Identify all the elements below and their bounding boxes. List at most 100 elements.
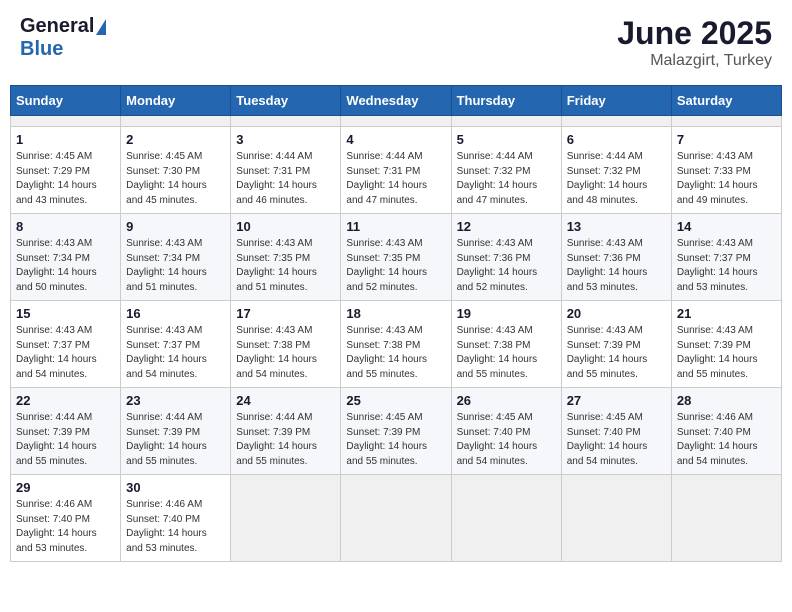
day-number: 1 [16,132,115,147]
logo-blue-text: Blue [20,38,63,61]
calendar-cell [561,116,671,127]
day-number: 20 [567,306,666,321]
calendar-cell: 14 Sunrise: 4:43 AM Sunset: 7:37 PM Dayli… [671,214,781,301]
day-info: Sunrise: 4:44 AM Sunset: 7:31 PM Dayligh… [236,150,335,208]
calendar-cell: 25Sunrise: 4:45 AM Sunset: 7:39 PM Dayli… [341,388,451,475]
calendar-header-sunday: Sunday [11,86,121,116]
calendar-cell: 5 Sunrise: 4:44 AM Sunset: 7:32 PM Daylig… [451,127,561,214]
day-info: Sunrise: 4:45 AM Sunset: 7:40 PM Dayligh… [457,411,556,469]
day-number: 16 [126,306,225,321]
logo-general-text: General [20,15,94,38]
day-number: 23 [126,393,225,408]
calendar-week-row: 8Sunrise: 4:43 AM Sunset: 7:34 PM Daylig… [11,214,782,301]
calendar-cell: 30Sunrise: 4:46 AM Sunset: 7:40 PM Dayli… [121,475,231,562]
calendar-cell: 24Sunrise: 4:44 AM Sunset: 7:39 PM Dayli… [231,388,341,475]
day-info: Sunrise: 4:46 AM Sunset: 7:40 PM Dayligh… [677,411,776,469]
day-info: Sunrise: 4:44 AM Sunset: 7:31 PM Dayligh… [346,150,445,208]
calendar-cell: 9Sunrise: 4:43 AM Sunset: 7:34 PM Daylig… [121,214,231,301]
day-info: Sunrise: 4:43 AM Sunset: 7:35 PM Dayligh… [236,237,335,295]
calendar-header-friday: Friday [561,86,671,116]
calendar-cell: 11 Sunrise: 4:43 AM Sunset: 7:35 PM Dayli… [341,214,451,301]
calendar-cell: 18Sunrise: 4:43 AM Sunset: 7:38 PM Dayli… [341,301,451,388]
title-location: Malazgirt, Turkey [617,52,772,70]
day-number: 18 [346,306,445,321]
day-number: 12 [457,219,556,234]
day-info: Sunrise: 4:44 AM Sunset: 7:39 PM Dayligh… [126,411,225,469]
calendar-header-saturday: Saturday [671,86,781,116]
calendar-header-monday: Monday [121,86,231,116]
calendar-cell: 23 Sunrise: 4:44 AM Sunset: 7:39 PM Dayli… [121,388,231,475]
day-info: Sunrise: 4:43 AM Sunset: 7:37 PM Dayligh… [126,324,225,382]
logo-triangle-icon [96,19,106,35]
day-info: Sunrise: 4:43 AM Sunset: 7:35 PM Dayligh… [346,237,445,295]
day-info: Sunrise: 4:43 AM Sunset: 7:36 PM Dayligh… [567,237,666,295]
day-number: 22 [16,393,115,408]
title-month: June 2025 [617,15,772,52]
calendar-cell [231,116,341,127]
calendar-cell: 29Sunrise: 4:46 AM Sunset: 7:40 PM Dayli… [11,475,121,562]
day-number: 28 [677,393,776,408]
calendar-cell: 10 Sunrise: 4:43 AM Sunset: 7:35 PM Dayli… [231,214,341,301]
day-number: 6 [567,132,666,147]
calendar-cell [11,116,121,127]
calendar-cell: 28 Sunrise: 4:46 AM Sunset: 7:40 PM Dayli… [671,388,781,475]
calendar-cell: 2 Sunrise: 4:45 AM Sunset: 7:30 PM Daylig… [121,127,231,214]
day-info: Sunrise: 4:43 AM Sunset: 7:37 PM Dayligh… [677,237,776,295]
day-number: 21 [677,306,776,321]
day-number: 30 [126,480,225,495]
calendar-cell [561,475,671,562]
day-info: Sunrise: 4:45 AM Sunset: 7:29 PM Dayligh… [16,150,115,208]
day-number: 11 [346,219,445,234]
calendar-week-row: 22 Sunrise: 4:44 AM Sunset: 7:39 PM Dayli… [11,388,782,475]
day-number: 10 [236,219,335,234]
calendar-cell: 19Sunrise: 4:43 AM Sunset: 7:38 PM Dayli… [451,301,561,388]
calendar-cell: 6 Sunrise: 4:44 AM Sunset: 7:32 PM Daylig… [561,127,671,214]
day-info: Sunrise: 4:44 AM Sunset: 7:39 PM Dayligh… [236,411,335,469]
day-info: Sunrise: 4:44 AM Sunset: 7:32 PM Dayligh… [457,150,556,208]
day-info: Sunrise: 4:43 AM Sunset: 7:39 PM Dayligh… [567,324,666,382]
day-info: Sunrise: 4:44 AM Sunset: 7:32 PM Dayligh… [567,150,666,208]
calendar-cell [671,475,781,562]
calendar-cell: 17Sunrise: 4:43 AM Sunset: 7:38 PM Dayli… [231,301,341,388]
day-number: 15 [16,306,115,321]
day-info: Sunrise: 4:43 AM Sunset: 7:36 PM Dayligh… [457,237,556,295]
calendar-table: SundayMondayTuesdayWednesdayThursdayFrid… [10,85,782,562]
calendar-cell: 1 Sunrise: 4:45 AM Sunset: 7:29 PM Daylig… [11,127,121,214]
day-number: 5 [457,132,556,147]
calendar-cell: 16 Sunrise: 4:43 AM Sunset: 7:37 PM Dayli… [121,301,231,388]
calendar-cell [121,116,231,127]
day-info: Sunrise: 4:43 AM Sunset: 7:33 PM Dayligh… [677,150,776,208]
header: General Blue June 2025 Malazgirt, Turkey [10,10,782,75]
calendar-cell: 26Sunrise: 4:45 AM Sunset: 7:40 PM Dayli… [451,388,561,475]
calendar-cell: 3 Sunrise: 4:44 AM Sunset: 7:31 PM Daylig… [231,127,341,214]
calendar-cell: 15 Sunrise: 4:43 AM Sunset: 7:37 PM Dayli… [11,301,121,388]
calendar-cell: 13 Sunrise: 4:43 AM Sunset: 7:36 PM Dayli… [561,214,671,301]
day-number: 14 [677,219,776,234]
day-info: Sunrise: 4:46 AM Sunset: 7:40 PM Dayligh… [16,498,115,556]
calendar-week-row: 29Sunrise: 4:46 AM Sunset: 7:40 PM Dayli… [11,475,782,562]
calendar-week-row [11,116,782,127]
day-info: Sunrise: 4:45 AM Sunset: 7:30 PM Dayligh… [126,150,225,208]
day-number: 7 [677,132,776,147]
calendar-header-tuesday: Tuesday [231,86,341,116]
day-number: 2 [126,132,225,147]
calendar-cell: 7 Sunrise: 4:43 AM Sunset: 7:33 PM Daylig… [671,127,781,214]
day-info: Sunrise: 4:43 AM Sunset: 7:38 PM Dayligh… [236,324,335,382]
calendar-week-row: 15 Sunrise: 4:43 AM Sunset: 7:37 PM Dayli… [11,301,782,388]
day-number: 3 [236,132,335,147]
calendar-cell [231,475,341,562]
calendar-header-wednesday: Wednesday [341,86,451,116]
day-number: 4 [346,132,445,147]
calendar-cell: 12 Sunrise: 4:43 AM Sunset: 7:36 PM Dayli… [451,214,561,301]
day-number: 27 [567,393,666,408]
day-info: Sunrise: 4:45 AM Sunset: 7:40 PM Dayligh… [567,411,666,469]
day-number: 19 [457,306,556,321]
calendar-cell: 20 Sunrise: 4:43 AM Sunset: 7:39 PM Dayli… [561,301,671,388]
calendar-header-thursday: Thursday [451,86,561,116]
calendar-cell: 8Sunrise: 4:43 AM Sunset: 7:34 PM Daylig… [11,214,121,301]
logo: General Blue [20,15,106,61]
day-number: 25 [346,393,445,408]
calendar-cell [341,475,451,562]
day-number: 13 [567,219,666,234]
day-info: Sunrise: 4:43 AM Sunset: 7:37 PM Dayligh… [16,324,115,382]
